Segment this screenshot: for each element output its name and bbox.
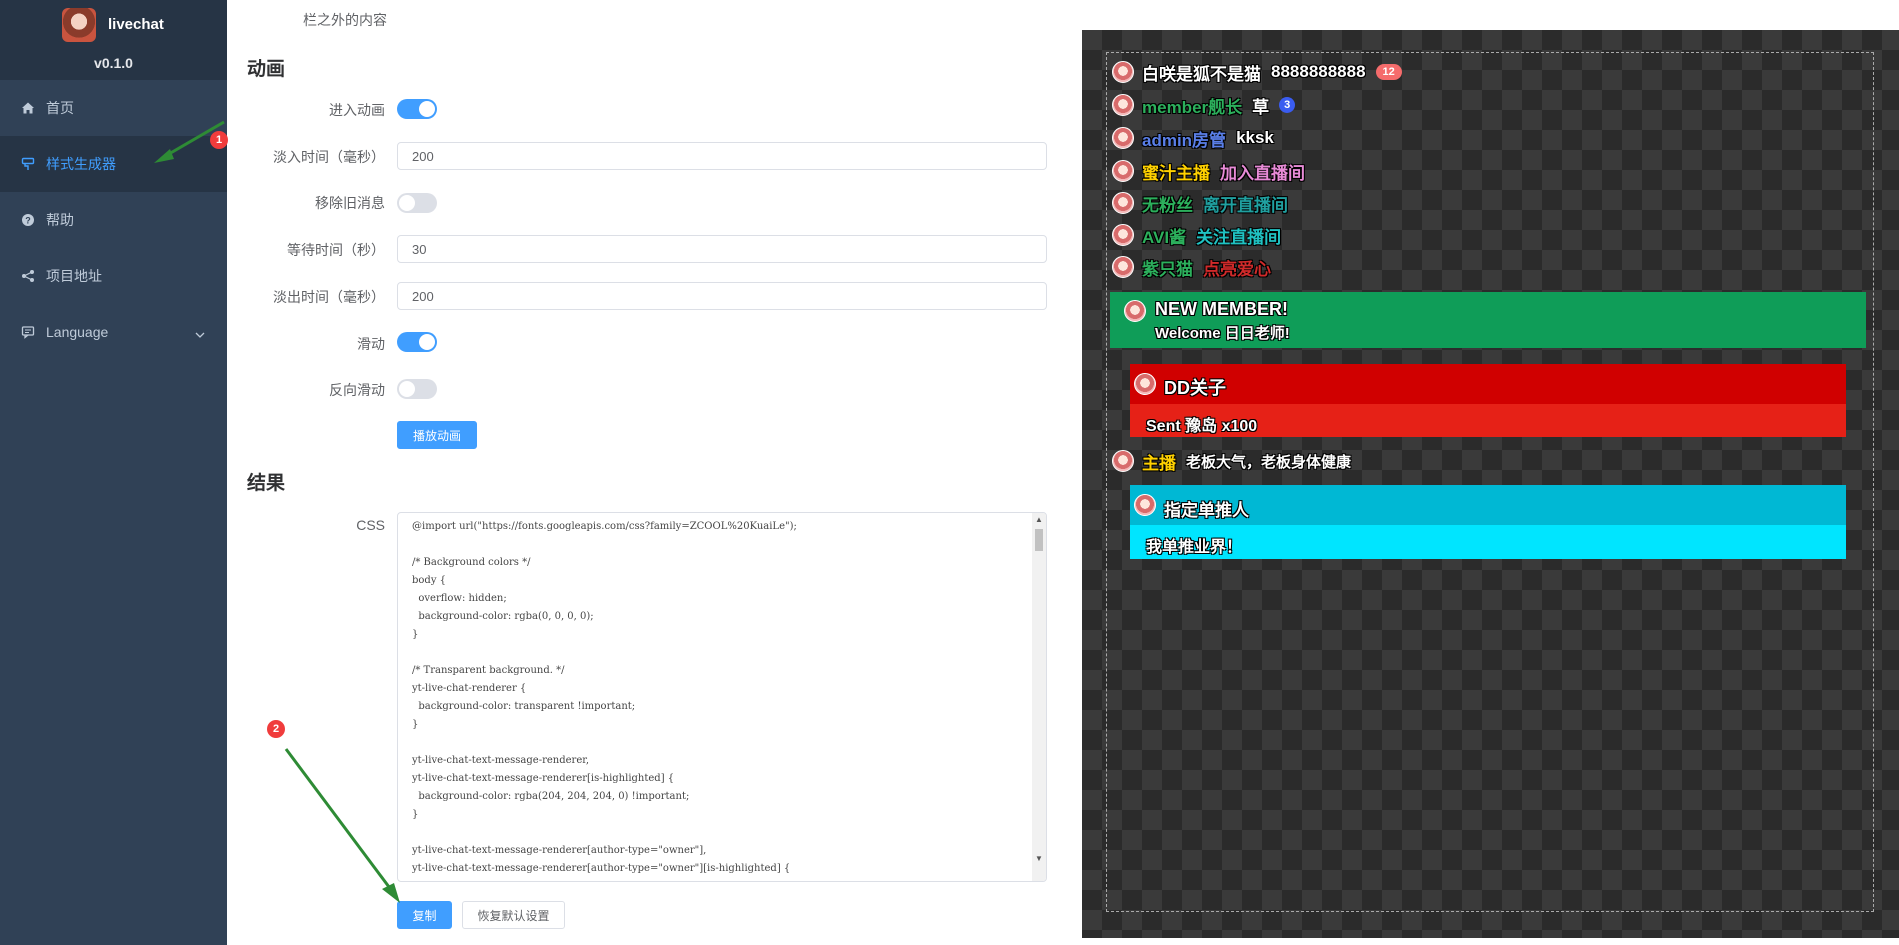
fade-out-input[interactable] [397,282,1047,310]
new-member-subtitle: Welcome 日日老师! [1155,325,1290,342]
step-1-arrow-icon [154,120,225,163]
fade-in-label: 淡入时间（毫秒） [273,149,385,165]
chat-message: admin房管 kksk [1112,125,1274,151]
chat-message: 蜜汁主播 加入直播间 [1112,158,1305,184]
play-animation-button[interactable]: 播放动画 [397,421,477,449]
language-icon [20,324,36,340]
css-output-text: @import url("https://fonts.googleapis.co… [412,521,797,874]
step-2-arrow-icon [284,748,400,903]
new-member-card: NEW MEMBER! Welcome 日日老师! [1110,292,1866,348]
avatar [1112,61,1134,83]
chat-message: member舰长 草 3 [1112,92,1296,118]
chat-text: 老板大气，老板身体健康 [1186,453,1352,471]
sidebar-item-label: Language [46,324,109,340]
chat-text: 8888888888 [1271,62,1366,81]
chat-text: 点亮爱心 [1203,259,1271,279]
step-2-badge: 2 [267,720,285,738]
cut-label: 栏之外的内容 [303,12,387,28]
wait-time-label: 等待时间（秒） [287,242,385,258]
chat-author: 白咲是狐不是猫 [1142,64,1261,84]
share-icon [20,268,36,284]
avatar [1134,494,1156,516]
avatar [1112,192,1134,214]
css-label: CSS [356,517,385,533]
sidebar-item-project[interactable]: 项目地址 [0,248,227,304]
app-logo [62,8,96,42]
chat-text: 草 [1252,97,1270,117]
animation-section-title: 动画 [247,59,286,80]
sidebar-item-language[interactable]: Language [0,304,227,360]
remove-old-switch[interactable] [397,193,437,213]
reverse-slide-label: 反向滑动 [329,382,385,398]
app-name: livechat [108,16,164,33]
avatar [1134,373,1156,395]
css-output-textarea[interactable]: @import url("https://fonts.googleapis.co… [397,512,1047,882]
app-version: v0.1.0 [94,55,133,71]
reverse-slide-switch[interactable] [397,379,437,399]
superchat-message: 我单推业界！ [1146,539,1243,556]
home-icon [20,100,36,116]
gift-card-header [1130,364,1846,404]
chat-text: 离开直播间 [1203,195,1288,215]
superchat-card: 指定单推人 我单推业界！ [1130,485,1846,559]
svg-text:?: ? [25,216,31,226]
avatar [1112,450,1134,472]
gift-author: DD关子 [1164,378,1226,398]
css-scrollbar[interactable]: ▲ ▼ [1032,513,1046,881]
help-icon: ? [20,212,36,228]
chat-message: 紫只猫 点亮爱心 [1112,254,1271,280]
brand: livechat v0.1.0 [0,0,227,80]
gift-card: DD关子 Sent 豫岛 x100 [1130,364,1846,437]
brush-icon [20,156,36,172]
slide-switch[interactable] [397,332,437,352]
chat-message: AVI酱 关注直播间 [1112,222,1281,248]
avatar [1112,160,1134,182]
chat-author: admin房管 [1142,130,1227,150]
chevron-down-icon [195,326,205,342]
chat-text: 加入直播间 [1220,163,1305,183]
wait-time-input[interactable] [397,235,1047,263]
chat-text: kksk [1236,128,1274,147]
enter-animation-switch[interactable] [397,99,437,119]
count-badge: 12 [1375,64,1402,80]
avatar [1112,127,1134,149]
new-member-title: NEW MEMBER! [1155,299,1288,319]
chat-preview: 白咲是狐不是猫 8888888888 12 member舰长 草 3 admin… [1082,30,1899,938]
scroll-thumb[interactable] [1035,529,1043,551]
sidebar-item-label: 项目地址 [46,268,102,284]
fade-out-label: 淡出时间（毫秒） [273,289,385,305]
superchat-author: 指定单推人 [1164,501,1249,520]
chat-message: 白咲是狐不是猫 8888888888 12 [1112,59,1402,85]
sidebar-item-label: 首页 [46,100,74,116]
gift-message: Sent 豫岛 x100 [1146,418,1258,435]
enter-animation-label: 进入动画 [329,102,385,118]
chat-author: 紫只猫 [1142,259,1193,279]
remove-old-label: 移除旧消息 [315,195,385,211]
chat-author: 无粉丝 [1142,195,1193,215]
count-badge: 3 [1279,97,1296,113]
chat-author: AVI酱 [1142,227,1187,247]
sidebar-item-help[interactable]: ? 帮助 [0,192,227,248]
sidebar-item-label: 样式生成器 [46,156,116,172]
result-section-title: 结果 [247,473,286,494]
scroll-up-icon: ▲ [1035,515,1043,524]
chat-author: 主播 [1142,453,1176,473]
chat-author: 蜜汁主播 [1142,163,1210,183]
avatar [1112,256,1134,278]
fade-in-input[interactable] [397,142,1047,170]
slide-label: 滑动 [357,336,385,352]
chat-message: 无粉丝 离开直播间 [1112,190,1288,216]
chat-message-owner: 主播 老板大气，老板身体健康 [1112,448,1351,474]
chat-text: 关注直播间 [1196,227,1282,247]
avatar [1124,300,1146,322]
scroll-down-icon: ▼ [1035,854,1043,863]
reset-defaults-button[interactable]: 恢复默认设置 [462,901,565,929]
avatar [1112,224,1134,246]
sidebar-item-label: 帮助 [46,212,74,228]
chat-author: member舰长 [1142,97,1243,117]
copy-button[interactable]: 复制 [397,901,452,929]
avatar [1112,94,1134,116]
